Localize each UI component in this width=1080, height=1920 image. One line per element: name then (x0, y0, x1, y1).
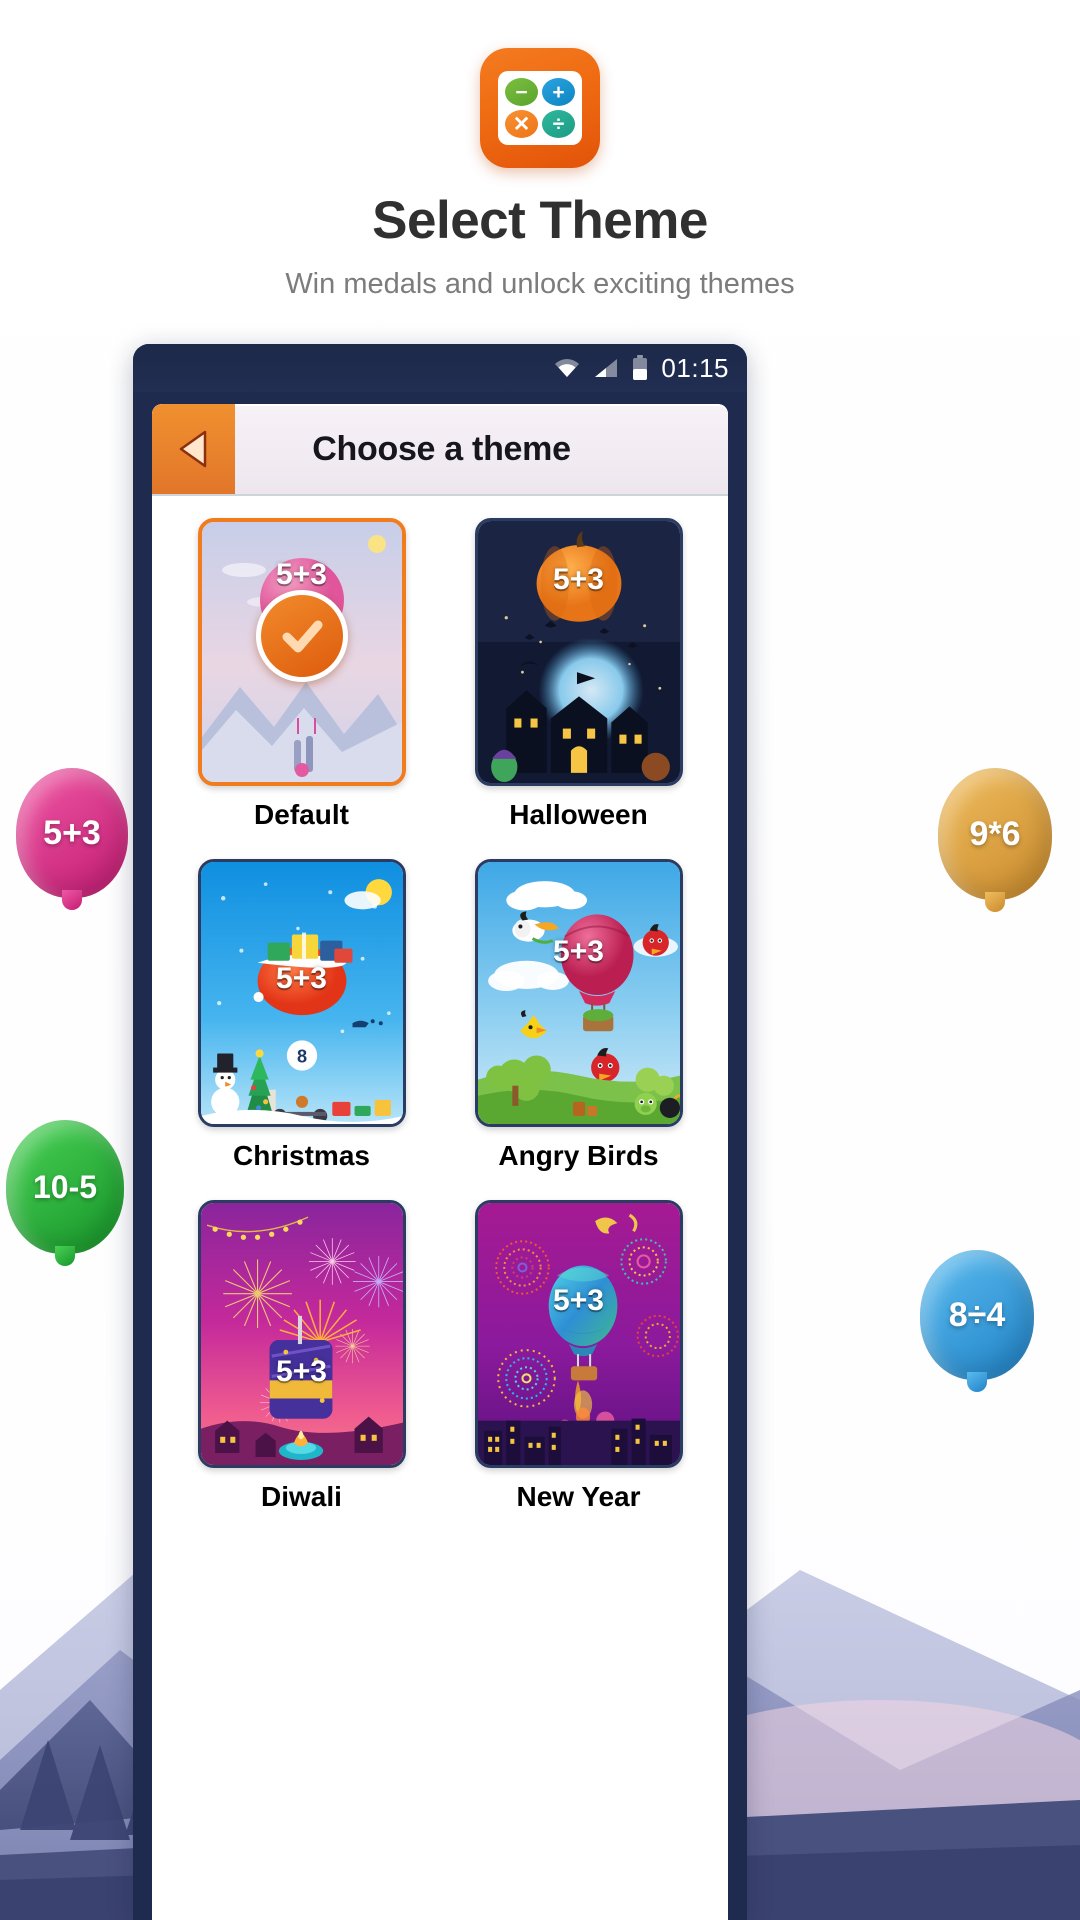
cellular-signal-icon (595, 359, 618, 377)
page-subtitle: Win medals and unlock exciting themes (285, 268, 795, 300)
balloon-division: 8÷4 (920, 1250, 1034, 1380)
theme-cell-halloween: 5+3 Halloween (455, 518, 702, 851)
theme-thumbnail-halloween[interactable]: 5+3 (474, 518, 683, 786)
multiply-operator-icon: ✕ (505, 110, 538, 138)
theme-thumbnail-diwali[interactable]: 5+3 (197, 1200, 406, 1468)
status-bar-clock: 01:15 (661, 352, 729, 383)
calculator-app-icon: − + ✕ ÷ (480, 48, 600, 168)
back-button[interactable] (152, 404, 235, 494)
battery-icon (633, 355, 648, 380)
check-mark-icon (282, 620, 322, 653)
theme-badge-new-year: 5+3 (553, 1284, 605, 1318)
balloon-addition: 5+3 (16, 768, 128, 898)
app-icon-container: − + ✕ ÷ (0, 48, 1080, 168)
theme-cell-christmas: 8 5+3 Christmas (178, 859, 425, 1192)
theme-label-default: Default (254, 799, 349, 830)
theme-label-halloween: Halloween (509, 799, 648, 830)
balloon-addition-label: 5+3 (43, 813, 101, 852)
theme-cell-default: 5+3 Default (178, 518, 425, 851)
divide-operator-icon: ÷ (542, 110, 575, 138)
theme-thumbnail-new-year[interactable]: 5+3 (474, 1200, 683, 1468)
app-bar: Choose a theme (152, 404, 728, 496)
balloon-addition-body: 5+3 (16, 768, 128, 898)
balloon-division-label: 8÷4 (948, 1295, 1006, 1334)
minus-operator-icon: − (505, 78, 538, 106)
selected-check-badge (255, 590, 348, 683)
wifi-icon (555, 359, 580, 377)
diwali-theme-art (200, 1203, 403, 1465)
theme-cell-diwali: 5+3 Diwali (178, 1200, 425, 1533)
theme-label-diwali: Diwali (261, 1481, 342, 1512)
promo-header: − + ✕ ÷ Select Theme Win medals and unlo… (0, 0, 1080, 301)
angry-birds-theme-art (477, 862, 680, 1124)
theme-badge-diwali: 5+3 (276, 1354, 328, 1388)
theme-badge-angry-birds: 5+3 (553, 935, 605, 969)
status-bar: 01:15 (133, 344, 747, 392)
halloween-theme-art (477, 521, 680, 783)
back-triangle-icon (179, 430, 206, 468)
theme-label-christmas: Christmas (233, 1140, 370, 1171)
theme-thumbnail-default[interactable]: 5+3 (197, 518, 406, 786)
balloon-division-body: 8÷4 (920, 1250, 1034, 1380)
app-icon-operators: − + ✕ ÷ (498, 71, 582, 145)
theme-grid: 5+3 Default 5+3 Halloween 8 5+3 Christma… (152, 496, 728, 1533)
balloon-subtraction: 10-5 (6, 1120, 124, 1254)
theme-label-new-year: New Year (516, 1481, 641, 1512)
phone-mockup: 01:15 Choose a theme 5+3 Default 5+3 Hal… (133, 344, 747, 1920)
app-bar-title: Choose a theme (312, 429, 571, 468)
theme-label-angry-birds: Angry Birds (498, 1140, 659, 1171)
balloon-multiplication-label: 9*6 (969, 814, 1021, 853)
app-screen: Choose a theme 5+3 Default 5+3 Halloween… (152, 404, 728, 1920)
theme-thumbnail-christmas[interactable]: 8 5+3 (197, 859, 406, 1127)
balloon-subtraction-label: 10-5 (32, 1168, 98, 1205)
balloon-multiplication-body: 9*6 (938, 768, 1052, 900)
theme-thumbnail-angry-birds[interactable]: 5+3 (474, 859, 683, 1127)
theme-cell-angry-birds: 5+3 Angry Birds (455, 859, 702, 1192)
svg-text:8: 8 (296, 1047, 306, 1067)
theme-badge-halloween: 5+3 (553, 562, 605, 596)
theme-cell-new-year: 5+3 New Year (455, 1200, 702, 1533)
new-year-theme-art (477, 1203, 680, 1465)
page-title: Select Theme (372, 191, 708, 250)
plus-operator-icon: + (542, 78, 575, 106)
balloon-multiplication: 9*6 (938, 768, 1052, 900)
balloon-subtraction-body: 10-5 (6, 1120, 124, 1254)
theme-badge-default: 5+3 (276, 558, 328, 592)
theme-badge-christmas: 5+3 (276, 961, 328, 995)
